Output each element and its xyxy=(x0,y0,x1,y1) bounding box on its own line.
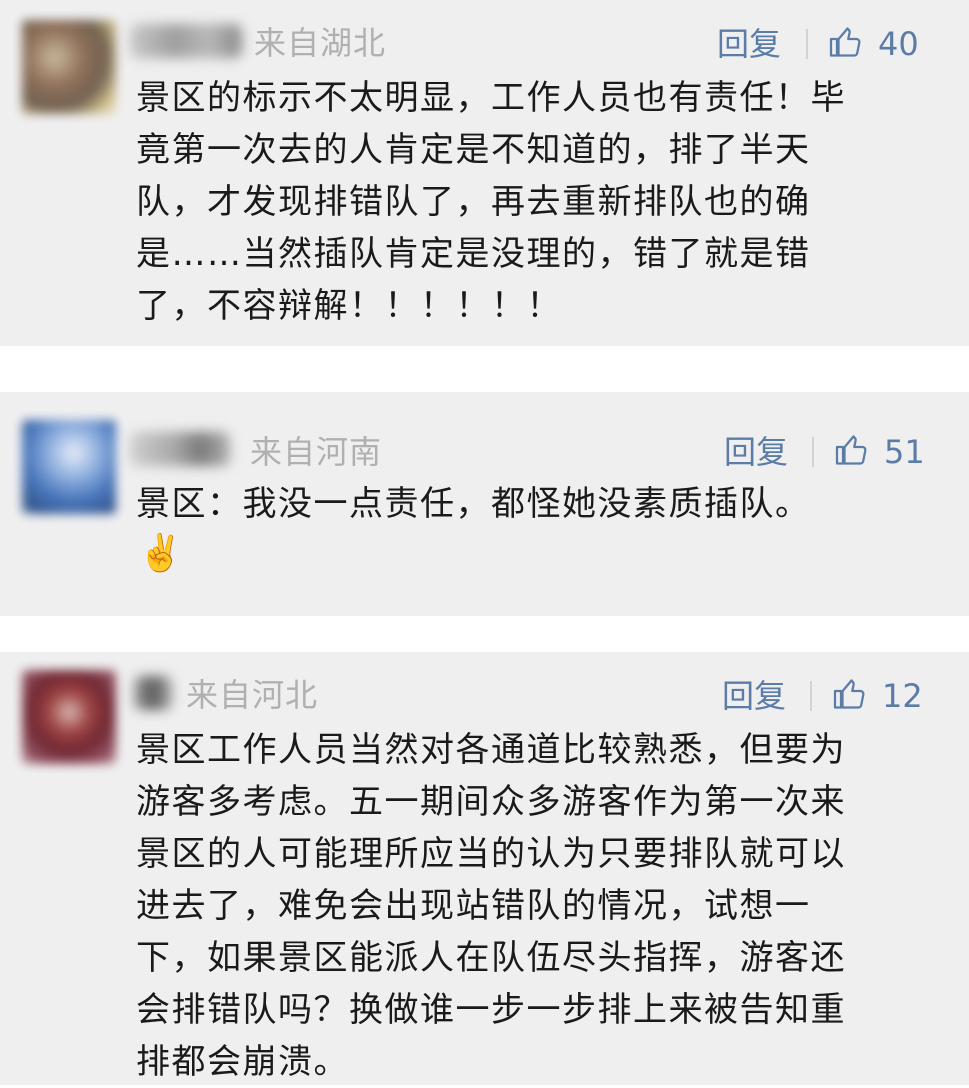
divider xyxy=(810,681,812,711)
divider xyxy=(806,29,808,59)
avatar[interactable] xyxy=(22,20,116,114)
username-blurred[interactable] xyxy=(130,24,242,58)
avatar[interactable] xyxy=(22,420,116,514)
username-blurred[interactable] xyxy=(130,432,230,466)
username-blurred[interactable] xyxy=(134,676,172,710)
reply-button[interactable]: 回复 xyxy=(717,24,781,64)
comment-location: 来自湖北 xyxy=(254,24,387,62)
comment-text: 景区：我没一点责任，都怪她没素质插队。 xyxy=(136,484,811,524)
thumbs-up-icon[interactable] xyxy=(828,24,864,60)
comment-card: 来自河南 回复 51 景区：我没一点责任，都怪她没素质插队。 ✌️ xyxy=(0,392,969,616)
like-count: 40 xyxy=(878,25,919,63)
divider xyxy=(812,437,814,467)
thumbs-up-icon[interactable] xyxy=(834,432,870,468)
like-count: 51 xyxy=(884,433,925,471)
comment-text: 景区工作人员当然对各通道比较熟悉，但要为 游客多考虑。五一期间众多游客作为第一次… xyxy=(136,730,846,1082)
thumbs-up-icon[interactable] xyxy=(832,676,868,712)
comment-text: 景区的标示不太明显，工作人员也有责任！毕 竟第一次去的人肯定是不知道的，排了半天… xyxy=(136,78,846,326)
comment-card: 来自湖北 回复 40 景区的标示不太明显，工作人员也有责任！毕 竟第一次去的人肯… xyxy=(0,0,969,346)
like-count: 12 xyxy=(882,677,923,715)
reply-button[interactable]: 回复 xyxy=(724,432,788,472)
comment-location: 来自河北 xyxy=(186,676,319,714)
comment-card: 来自河北 回复 12 景区工作人员当然对各通道比较熟悉，但要为 游客多考虑。五一… xyxy=(0,652,969,1085)
avatar[interactable] xyxy=(22,670,116,764)
reply-button[interactable]: 回复 xyxy=(722,676,786,716)
comment-location: 来自河南 xyxy=(250,433,383,471)
victory-hand-emoji: ✌️ xyxy=(138,533,183,574)
